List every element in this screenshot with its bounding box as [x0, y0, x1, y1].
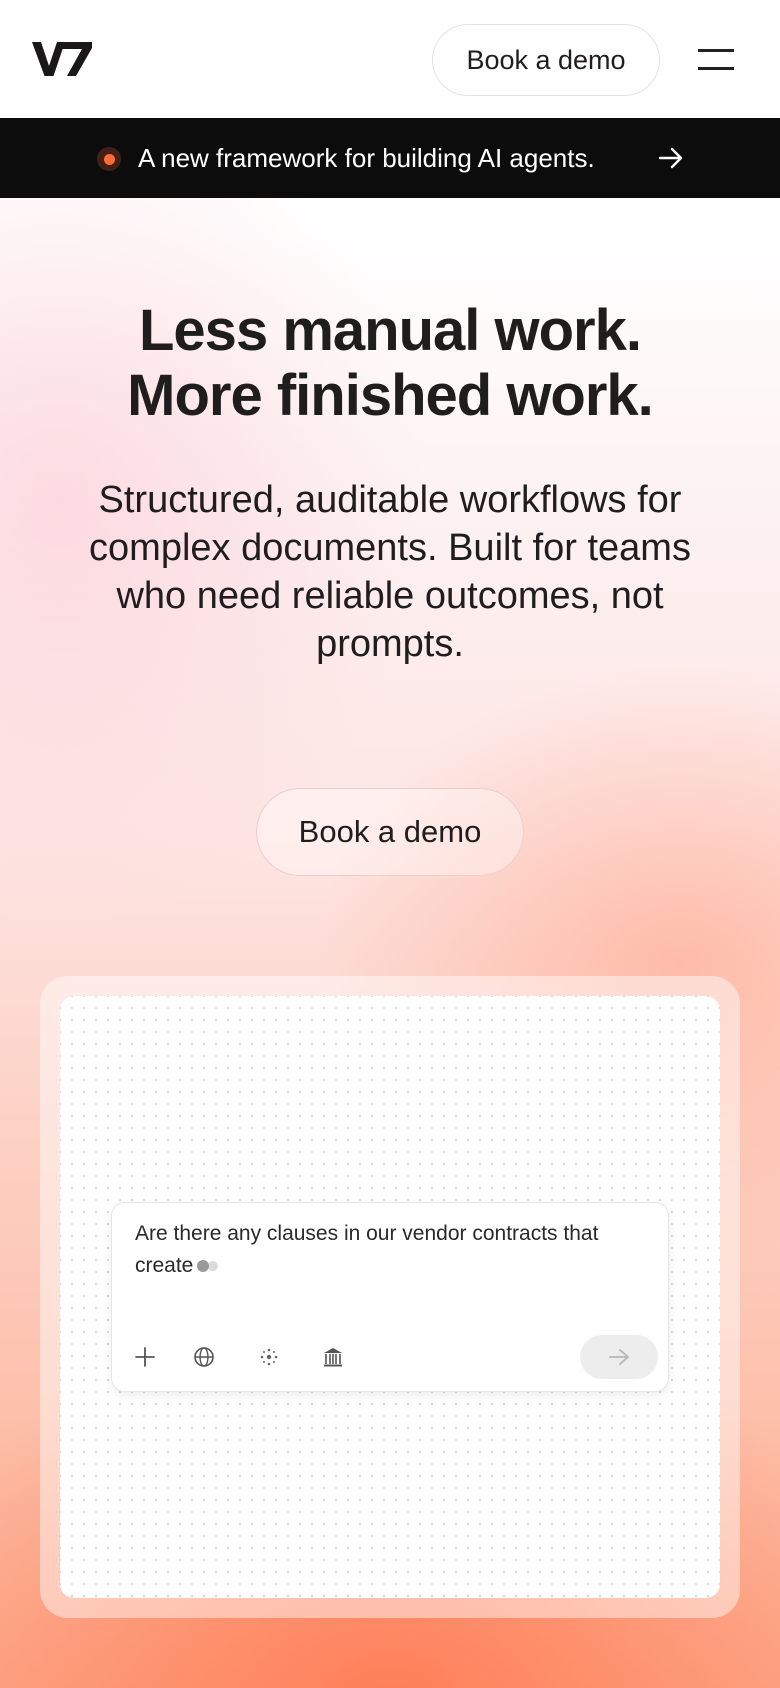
send-button[interactable]: [580, 1335, 658, 1379]
header-book-demo-button[interactable]: Book a demo: [432, 24, 660, 96]
arrow-right-icon: [609, 1349, 629, 1365]
hero-subtitle: Structured, auditable workflows for comp…: [89, 479, 691, 665]
hero-book-demo-button[interactable]: Book a demo: [256, 788, 524, 876]
hero-title-line-1: Less manual work.: [139, 298, 642, 363]
library-icon[interactable]: [320, 1344, 346, 1370]
hamburger-menu-icon[interactable]: [698, 47, 734, 71]
hero-title-line-2: More finished work.: [127, 363, 654, 428]
globe-icon[interactable]: [191, 1344, 217, 1370]
plus-icon[interactable]: [132, 1344, 158, 1370]
site-header: V7 Book a demo: [0, 0, 780, 118]
typing-indicator: [197, 1260, 210, 1273]
announcement-text[interactable]: A new framework for building AI agents.: [138, 140, 595, 176]
hero-title: Less manual work. More finished work.: [40, 298, 740, 428]
status-dot-icon: [97, 147, 121, 171]
v7-logo[interactable]: V7: [32, 42, 92, 76]
sparkle-dots-icon[interactable]: [256, 1344, 282, 1370]
page: V7 Book a demo A new framework for build…: [0, 0, 780, 1688]
arrow-right-icon[interactable]: [658, 146, 684, 170]
prompt-input-text[interactable]: Are there any clauses in our vendor cont…: [135, 1218, 645, 1282]
